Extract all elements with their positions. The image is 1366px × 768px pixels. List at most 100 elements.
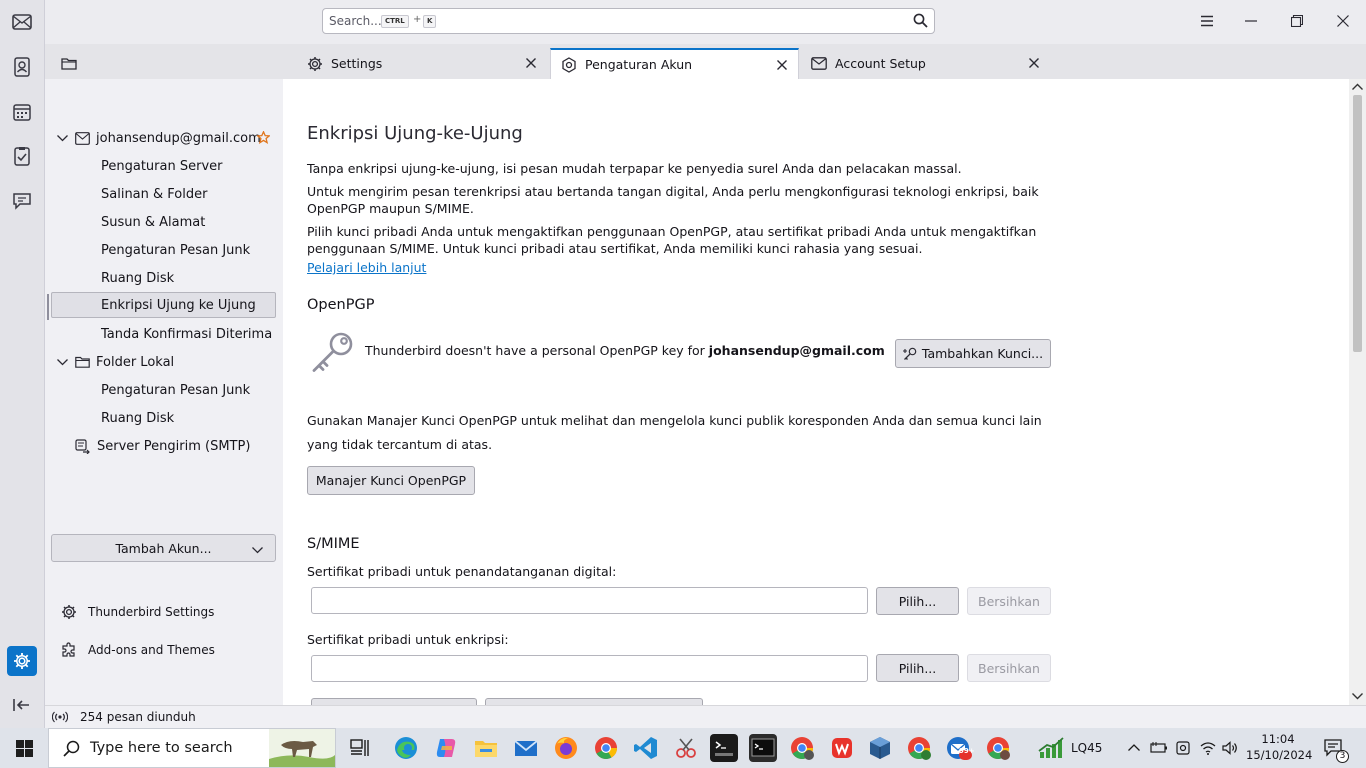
content-scrollbar[interactable] — [1349, 79, 1366, 705]
settings-gear-icon[interactable] — [7, 646, 37, 676]
close-icon[interactable] — [1026, 55, 1042, 71]
chevron-up-icon[interactable] — [1128, 744, 1140, 751]
system-clock[interactable]: 11:04 15/10/2024 — [1246, 731, 1312, 763]
close-icon[interactable] — [523, 55, 539, 71]
windows-start-icon[interactable] — [16, 740, 33, 757]
close-window-icon[interactable] — [1331, 10, 1355, 32]
sidebar-item-disk-space[interactable]: Ruang Disk — [101, 265, 174, 291]
sidebar-item-junk[interactable]: Pengaturan Pesan Junk — [101, 237, 250, 263]
sidebar-item-composition[interactable]: Susun & Alamat — [101, 209, 205, 235]
notification-count: 3 — [1336, 750, 1349, 763]
meet-now-icon[interactable] — [1175, 740, 1191, 756]
select-signing-cert-button[interactable]: Pilih... — [876, 587, 959, 615]
collapse-spaces-icon[interactable] — [8, 691, 36, 719]
volume-icon[interactable] — [1222, 741, 1238, 755]
sidebar-item-label: Pengaturan Pesan Junk — [101, 242, 251, 258]
mail-icon[interactable] — [8, 8, 36, 36]
app-menu-icon[interactable] — [1195, 10, 1219, 32]
copilot-icon[interactable] — [432, 734, 460, 762]
tab-settings[interactable]: Settings — [297, 48, 547, 79]
search-icon[interactable] — [913, 13, 928, 32]
status-text: 254 pesan diunduh — [80, 710, 196, 724]
stock-chart-icon[interactable] — [1038, 737, 1064, 759]
scroll-up-icon[interactable] — [1352, 83, 1363, 90]
chrome-icon[interactable] — [592, 734, 620, 762]
encryption-settings-pane: Enkripsi Ujung-ke-Ujung Tanpa enkripsi u… — [283, 79, 1349, 705]
tab-folder[interactable] — [51, 48, 91, 79]
clear-label: Bersihkan — [978, 593, 1040, 609]
thunderbird-settings-label: Thunderbird Settings — [88, 605, 215, 619]
chat-icon[interactable] — [8, 187, 36, 215]
taskbar-search-text: Type here to search — [90, 740, 233, 756]
minimize-icon[interactable] — [1239, 10, 1263, 32]
close-icon[interactable] — [774, 57, 790, 73]
tab-account-setup[interactable]: Account Setup — [801, 48, 1050, 79]
sidebar-item-receipts[interactable]: Tanda Konfirmasi Diterima — [101, 321, 272, 347]
account-item[interactable]: johansendup@gmail.com — [57, 125, 261, 151]
sidebar-item-local-junk[interactable]: Pengaturan Pesan Junk — [101, 377, 250, 403]
folder-icon — [61, 57, 77, 70]
select-label: Pilih... — [898, 660, 937, 676]
scrollbar-thumb[interactable] — [1353, 95, 1362, 352]
vscode-icon[interactable] — [632, 734, 660, 762]
mail-app-icon[interactable] — [512, 734, 540, 762]
encryption-cert-field[interactable] — [311, 655, 868, 682]
tab-account-setup-label: Account Setup — [835, 56, 926, 71]
partial-button[interactable] — [311, 698, 477, 705]
tab-account-settings-label: Pengaturan Akun — [585, 57, 693, 72]
no-key-email: johansendup@gmail.com — [708, 343, 885, 358]
addons-themes-link[interactable]: Add-ons and Themes — [61, 639, 215, 661]
chrome-profile-a-icon[interactable] — [905, 734, 933, 762]
wps-office-icon[interactable] — [828, 734, 856, 762]
partial-button[interactable] — [485, 698, 703, 705]
file-explorer-icon[interactable] — [472, 734, 500, 762]
stock-ticker: LQ45 — [1071, 741, 1103, 755]
scroll-down-icon[interactable] — [1352, 693, 1363, 700]
edge-browser-icon[interactable] — [392, 734, 420, 762]
chrome-profile-icon[interactable] — [788, 734, 816, 762]
smtp-server-item[interactable]: Server Pengirim (SMTP) — [75, 433, 250, 459]
search-icon — [63, 740, 80, 757]
learn-more-link[interactable]: Pelajari lebih lanjut — [307, 260, 426, 275]
taskbar-search-box[interactable]: Type here to search — [48, 728, 336, 768]
tasks-icon[interactable] — [8, 142, 36, 170]
add-key-label: Tambahkan Kunci... — [921, 346, 1044, 361]
sidebar-item-copies-folders[interactable]: Salinan & Folder — [101, 181, 207, 207]
smtp-label: Server Pengirim (SMTP) — [97, 438, 251, 454]
add-key-button[interactable]: Tambahkan Kunci... — [895, 339, 1051, 368]
chrome-profile-j-icon[interactable] — [984, 734, 1012, 762]
signing-cert-field[interactable] — [311, 587, 868, 614]
firefox-icon[interactable] — [552, 734, 580, 762]
tab-account-settings[interactable]: Pengaturan Akun — [550, 48, 799, 79]
sidebar-item-e2e-encryption[interactable]: Enkripsi Ujung ke Ujung — [51, 292, 276, 318]
search-highlight-wildebeest-icon — [269, 729, 335, 767]
chevron-down-icon[interactable] — [57, 134, 71, 142]
select-encryption-cert-button[interactable]: Pilih... — [876, 654, 959, 682]
task-view-icon[interactable] — [350, 739, 370, 757]
address-book-icon[interactable] — [8, 53, 36, 81]
clock-time: 11:04 — [1261, 732, 1295, 746]
folder-icon — [75, 356, 90, 368]
chevron-down-icon[interactable] — [57, 358, 71, 366]
add-account-button[interactable]: Tambah Akun... — [51, 534, 276, 562]
chevron-down-icon — [252, 542, 263, 557]
cyberark-terminal-icon[interactable] — [710, 734, 738, 762]
battery-icon[interactable] — [1150, 741, 1168, 755]
clear-signing-cert-button[interactable]: Bersihkan — [967, 587, 1051, 615]
virtualbox-icon[interactable] — [866, 734, 894, 762]
intro-paragraph-1: Tanpa enkripsi ujung-ke-ujung, isi pesan… — [307, 161, 962, 176]
online-status-icon[interactable] — [52, 711, 68, 723]
command-prompt-icon[interactable] — [749, 734, 777, 762]
openpgp-key-manager-button[interactable]: Manajer Kunci OpenPGP — [307, 466, 475, 495]
default-star-icon — [257, 131, 270, 144]
wifi-icon[interactable] — [1200, 741, 1216, 755]
restore-icon[interactable] — [1285, 10, 1309, 32]
thunderbird-settings-link[interactable]: Thunderbird Settings — [61, 601, 214, 623]
local-folders-item[interactable]: Folder Lokal — [57, 349, 174, 375]
sidebar-item-local-disk-space[interactable]: Ruang Disk — [101, 405, 174, 431]
sidebar-item-server-settings[interactable]: Pengaturan Server — [101, 153, 222, 179]
snipping-tool-icon[interactable] — [672, 734, 700, 762]
clear-encryption-cert-button[interactable]: Bersihkan — [967, 654, 1051, 682]
search-input[interactable]: Search... CTRL + K — [322, 8, 935, 34]
calendar-icon[interactable] — [8, 98, 36, 126]
